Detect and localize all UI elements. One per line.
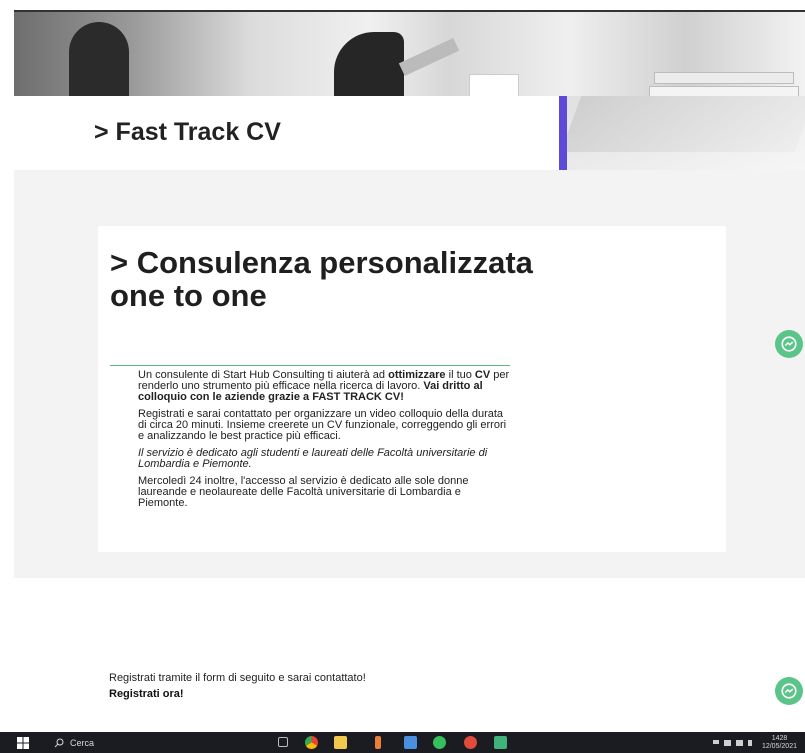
volume-icon[interactable] [747,739,752,746]
eligibility-paragraph: Il servizio è dedicato agli studenti e l… [138,447,488,470]
taskbar: Cerca 1428 12/05/2021 [0,732,805,753]
accent-bar [559,96,567,170]
info-card: > Consulenza personalizzata one to one U… [98,226,726,552]
search-placeholder: Cerca [70,737,95,748]
start-button[interactable] [6,732,40,753]
system-tray: 1428 12/05/2021 [712,732,797,753]
special-day-paragraph: Mercoledì 24 inoltre, l'accesso al servi… [138,475,469,509]
card-body: Un consulente di Start Hub Consulting ti… [138,370,510,515]
chevron-up-icon[interactable] [712,739,719,744]
messenger-icon [781,336,797,352]
details-paragraph: Registrati e sarai contattato per organi… [138,408,507,442]
network-icon[interactable] [723,739,731,746]
app-icon-green[interactable] [494,736,507,749]
divider [110,365,510,366]
intro-paragraph: Un consulente di Start Hub Consulting ti… [138,369,510,403]
windows-icon [17,736,29,749]
app-icon-orange[interactable] [375,736,381,749]
search-icon [54,738,64,747]
app-icon-red[interactable] [464,736,477,749]
chat-button-bottom[interactable] [775,677,803,705]
consulting-section: > Consulenza personalizzata one to one U… [14,170,805,578]
clock-date: 12/05/2021 [761,742,797,750]
register-link[interactable]: Registrati ora! [109,688,184,700]
whatsapp-icon[interactable] [433,736,446,749]
battery-icon[interactable] [735,739,743,746]
taskbar-search[interactable]: Cerca [44,732,254,753]
messenger-icon [781,683,797,699]
section-title: > Consulenza personalizzata one to one [110,245,533,313]
chrome-icon[interactable] [305,736,318,749]
file-explorer-icon[interactable] [334,736,347,749]
cta-text: Registrati tramite il form di seguito e … [109,672,366,684]
clock-time: 1428 [771,734,788,742]
chat-button[interactable] [775,330,803,358]
laptop-image [559,96,805,170]
hero-title-panel: > Fast Track CV [14,96,559,170]
hero-photo [14,12,805,114]
app-icon-blue[interactable] [404,736,417,749]
task-view-icon[interactable] [278,737,288,747]
page-title: > Fast Track CV [94,118,281,146]
clock[interactable]: 1428 12/05/2021 [762,735,797,751]
hero-banner: > Fast Track CV [14,10,805,170]
